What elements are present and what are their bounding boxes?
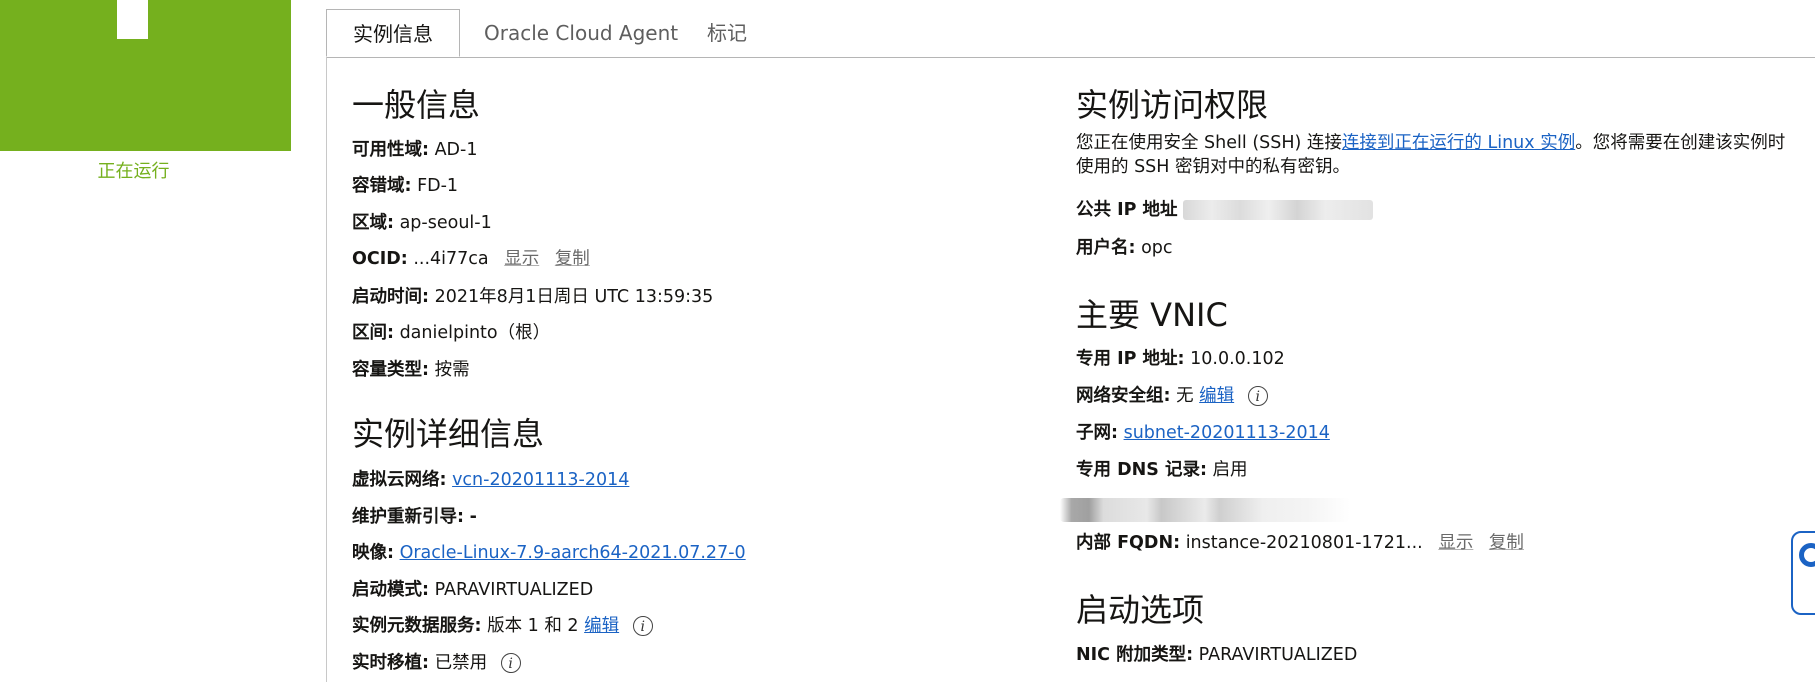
launch-mode-row: 启动模式: PARAVIRTUALIZED [352,579,593,601]
metadata-service-row: 实例元数据服务: 版本 1 和 2 编辑 i [352,615,653,637]
info-icon[interactable]: i [1247,386,1268,406]
private-dns-key: 专用 DNS 记录: [1076,460,1207,480]
region-value: ap-seoul-1 [399,213,492,233]
nic-attachment-row: NIC 附加类型: PARAVIRTUALIZED [1076,644,1357,666]
tab-bar: 实例信息 Oracle Cloud Agent 标记 [326,9,1815,58]
image-link[interactable]: Oracle-Linux-7.9-aarch64-2021.07.27-0 [400,543,746,563]
nsg-edit-link[interactable]: 编辑 [1199,386,1234,406]
help-widget[interactable] [1791,531,1815,615]
launch-mode-value: PARAVIRTUALIZED [434,580,594,600]
nic-attachment-key: NIC 附加类型: [1076,645,1194,665]
public-ip-value-redacted [1183,200,1374,220]
tab-oracle-cloud-agent[interactable]: Oracle Cloud Agent [484,9,678,57]
nsg-value: 无 [1176,386,1194,406]
availability-domain-key: 可用性域: [352,140,429,160]
ssh-access-description: 您正在使用安全 Shell (SSH) 连接连接到正在运行的 Linux 实例。… [1076,131,1796,179]
launched-key: 启动时间: [352,287,429,307]
maintenance-reboot-value: - [469,507,477,527]
capacity-type-key: 容量类型: [352,360,429,380]
internal-fqdn-key: 内部 FQDN: [1076,533,1181,553]
private-ip-key: 专用 IP 地址: [1076,349,1185,369]
subnet-link[interactable]: subnet-20201113-2014 [1124,423,1330,443]
ocid-row: OCID: ...4i77ca 显示 复制 [352,248,590,270]
maintenance-reboot-row: 维护重新引导: - [352,506,477,528]
fault-domain-row: 容错域: FD-1 [352,175,458,197]
private-dns-value: 启用 [1212,460,1248,480]
compartment-row: 区间: danielpinto（根） [352,322,550,344]
nic-attachment-value: PARAVIRTUALIZED [1198,645,1358,665]
content-divider [326,57,327,682]
maintenance-reboot-key: 维护重新引导: [352,507,464,527]
instance-status-label: 正在运行 [97,161,170,182]
primary-vnic-heading: 主要 VNIC [1076,296,1228,334]
launched-value: 2021年8月1日周日 UTC 13:59:35 [434,287,714,307]
public-ip-row: 公共 IP 地址 [1076,199,1374,221]
capacity-type-row: 容量类型: 按需 [352,359,470,381]
compartment-value: danielpinto（根） [399,323,551,343]
hostname-redacted [1060,498,1350,522]
info-icon[interactable]: i [632,616,653,636]
fqdn-copy-link[interactable]: 复制 [1489,533,1524,553]
instance-access-heading: 实例访问权限 [1076,86,1269,124]
fqdn-show-link[interactable]: 显示 [1438,533,1473,553]
ocid-value: ...4i77ca [413,249,489,269]
vcn-link[interactable]: vcn-20201113-2014 [452,470,629,490]
capacity-type-value: 按需 [434,360,470,380]
launched-row: 启动时间: 2021年8月1日周日 UTC 13:59:35 [352,286,713,308]
metadata-service-edit-link[interactable]: 编辑 [584,616,619,636]
subnet-row: 子网: subnet-20201113-2014 [1076,422,1330,444]
metadata-service-key: 实例元数据服务: [352,616,482,636]
username-row: 用户名: opc [1076,237,1173,259]
fault-domain-value: FD-1 [417,176,459,196]
public-ip-key: 公共 IP 地址 [1076,200,1178,220]
nsg-row: 网络安全组: 无 编辑 i [1076,385,1268,407]
live-migration-row: 实时移植: 已禁用 i [352,652,521,674]
instance-status-icon [0,0,291,151]
private-dns-row: 专用 DNS 记录: 启用 [1076,459,1248,481]
image-row: 映像: Oracle-Linux-7.9-aarch64-2021.07.27-… [352,542,746,564]
tab-instance-info[interactable]: 实例信息 [326,9,460,57]
tab-tags[interactable]: 标记 [707,9,747,57]
region-row: 区域: ap-seoul-1 [352,212,492,234]
region-key: 区域: [352,213,394,233]
private-ip-value: 10.0.0.102 [1190,349,1285,369]
ssh-text-before: 您正在使用安全 Shell (SSH) 连接 [1076,133,1342,153]
lifebuoy-icon [1799,543,1815,567]
ocid-key: OCID: [352,249,408,269]
nsg-key: 网络安全组: [1076,386,1171,406]
launch-options-heading: 启动选项 [1076,591,1205,629]
ocid-show-link[interactable]: 显示 [504,249,539,269]
live-migration-key: 实时移植: [352,653,429,673]
availability-domain-row: 可用性域: AD-1 [352,139,477,161]
image-key: 映像: [352,543,394,563]
general-info-heading: 一般信息 [352,86,481,124]
vcn-key: 虚拟云网络: [352,470,447,490]
username-key: 用户名: [1076,238,1136,258]
instance-details-heading: 实例详细信息 [352,415,545,453]
metadata-service-value: 版本 1 和 2 [487,616,579,636]
internal-fqdn-row: 内部 FQDN: instance-20210801-1721... 显示 复制 [1076,532,1524,554]
subnet-key: 子网: [1076,423,1118,443]
info-icon[interactable]: i [500,653,521,673]
launch-mode-key: 启动模式: [352,580,429,600]
internal-fqdn-value: instance-20210801-1721... [1185,533,1423,553]
live-migration-value: 已禁用 [434,653,488,673]
fault-domain-key: 容错域: [352,176,412,196]
username-value: opc [1141,238,1173,258]
connect-linux-instance-link[interactable]: 连接到正在运行的 Linux 实例 [1342,133,1575,153]
availability-domain-value: AD-1 [434,140,478,160]
vcn-row: 虚拟云网络: vcn-20201113-2014 [352,469,629,491]
compartment-key: 区间: [352,323,394,343]
private-ip-row: 专用 IP 地址: 10.0.0.102 [1076,348,1285,370]
ocid-copy-link[interactable]: 复制 [555,249,590,269]
status-icon-notch [117,0,148,39]
